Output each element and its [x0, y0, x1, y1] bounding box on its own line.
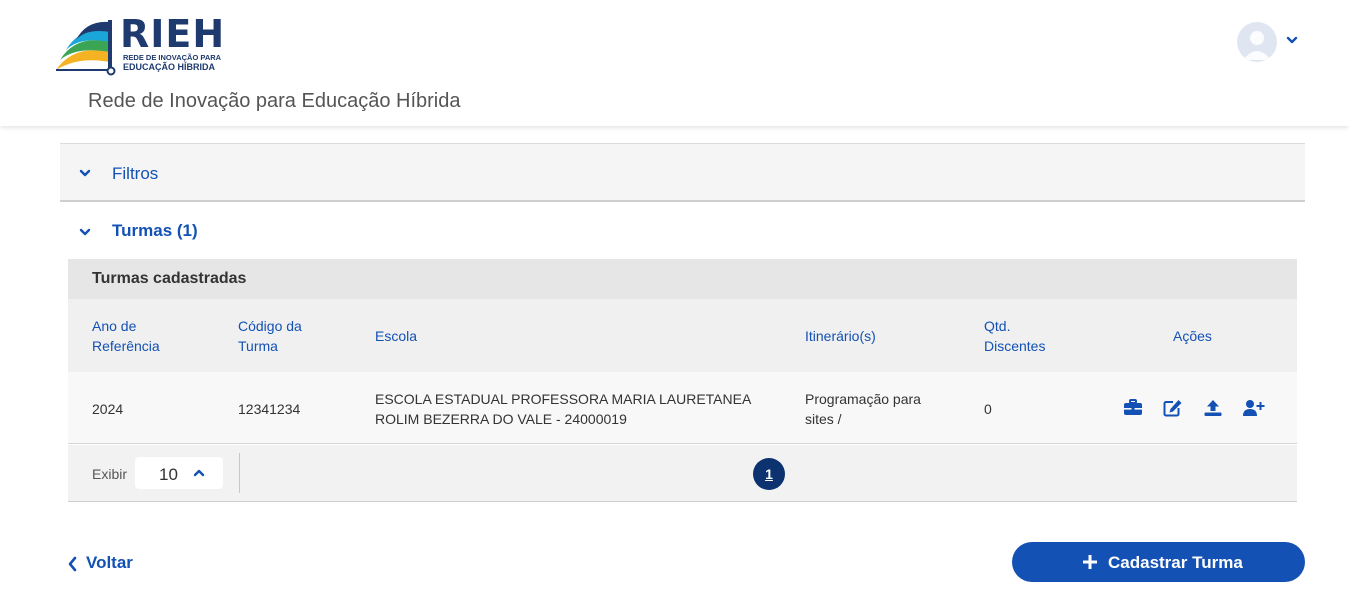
table-title: Turmas cadastradas: [92, 270, 247, 287]
page-size-value: 10: [159, 465, 178, 484]
logo-subtitle-line1: REDE DE INOVAÇÃO PARA: [123, 53, 222, 62]
pagination-divider: [239, 453, 240, 493]
edit-icon[interactable]: [1163, 399, 1183, 417]
column-header-ano[interactable]: Ano de Referência: [92, 316, 160, 356]
table-header: Ano de Referência Código da Turma Escola…: [68, 299, 1297, 372]
cell-codigo: 12341234: [238, 401, 301, 417]
column-header-qtd-line2: Discentes: [984, 338, 1046, 354]
user-avatar-icon: [1243, 31, 1271, 60]
cell-itinerario-line1: Programação para: [805, 391, 921, 407]
chevron-left-icon: [68, 556, 77, 572]
page-size-select[interactable]: 10: [135, 457, 223, 489]
column-header-codigo[interactable]: Código da Turma: [238, 316, 302, 356]
chevron-down-icon[interactable]: [1285, 33, 1299, 47]
cell-escola-line1: ESCOLA ESTADUAL PROFESSORA MARIA LAURETA…: [375, 391, 752, 407]
user-avatar[interactable]: [1237, 22, 1277, 62]
page-button-current[interactable]: 1: [753, 458, 785, 490]
column-header-acoes: Ações: [1173, 328, 1212, 344]
chevron-up-icon: [193, 469, 205, 477]
cell-ano: 2024: [92, 401, 124, 417]
logo-title: RIEH: [120, 12, 226, 56]
cell-escola: ESCOLA ESTADUAL PROFESSORA MARIA LAURETA…: [375, 389, 751, 429]
cell-itinerario-line2: sites /: [805, 411, 842, 427]
column-header-ano-line1: Ano de: [92, 318, 137, 334]
turmas-accordion[interactable]: Turmas (1): [60, 210, 460, 250]
column-header-qtd[interactable]: Qtd. Discentes: [984, 316, 1045, 356]
chevron-down-icon: [79, 169, 91, 177]
table-row: 2024 12341234 ESCOLA ESTADUAL PROFESSORA…: [68, 372, 1297, 444]
cell-itinerario: Programação para sites /: [805, 389, 921, 429]
column-header-codigo-line2: Turma: [238, 338, 278, 354]
plus-icon: [1083, 555, 1097, 569]
book-logo-icon: [56, 20, 116, 76]
cell-escola-line2: ROLIM BEZERRA DO VALE - 24000019: [375, 411, 627, 427]
turmas-label: Turmas (1): [112, 221, 198, 240]
add-user-icon[interactable]: [1242, 399, 1266, 417]
voltar-label: Voltar: [86, 553, 133, 572]
pagination-bar: Exibir 10 1: [68, 445, 1297, 502]
logo-subtitle-line2: EDUCAÇÃO HÍBRIDA: [123, 62, 215, 72]
page-size-label: Exibir: [92, 466, 128, 482]
column-header-codigo-line1: Código da: [238, 318, 302, 334]
filters-accordion[interactable]: Filtros: [60, 143, 1305, 202]
cadastrar-turma-label: Cadastrar Turma: [1108, 553, 1243, 572]
table-title-bar: Turmas cadastradas: [68, 259, 1297, 299]
briefcase-icon[interactable]: [1123, 399, 1143, 417]
column-header-itinerario[interactable]: Itinerário(s): [805, 326, 876, 346]
filters-label: Filtros: [112, 164, 159, 183]
column-header-qtd-line1: Qtd.: [984, 318, 1011, 334]
header: RIEH REDE DE INOVAÇÃO PARA EDUCAÇÃO HÍBR…: [0, 0, 1349, 126]
cadastrar-turma-button[interactable]: Cadastrar Turma: [1012, 542, 1305, 582]
site-name: Rede de Inovação para Educação Híbrida: [88, 90, 461, 112]
column-header-ano-line2: Referência: [92, 338, 160, 354]
upload-icon[interactable]: [1203, 399, 1223, 417]
rieh-logo[interactable]: RIEH REDE DE INOVAÇÃO PARA EDUCAÇÃO HÍBR…: [54, 12, 234, 76]
column-header-escola[interactable]: Escola: [375, 326, 417, 346]
cell-qtd: 0: [984, 401, 992, 417]
chevron-down-icon: [79, 228, 91, 236]
